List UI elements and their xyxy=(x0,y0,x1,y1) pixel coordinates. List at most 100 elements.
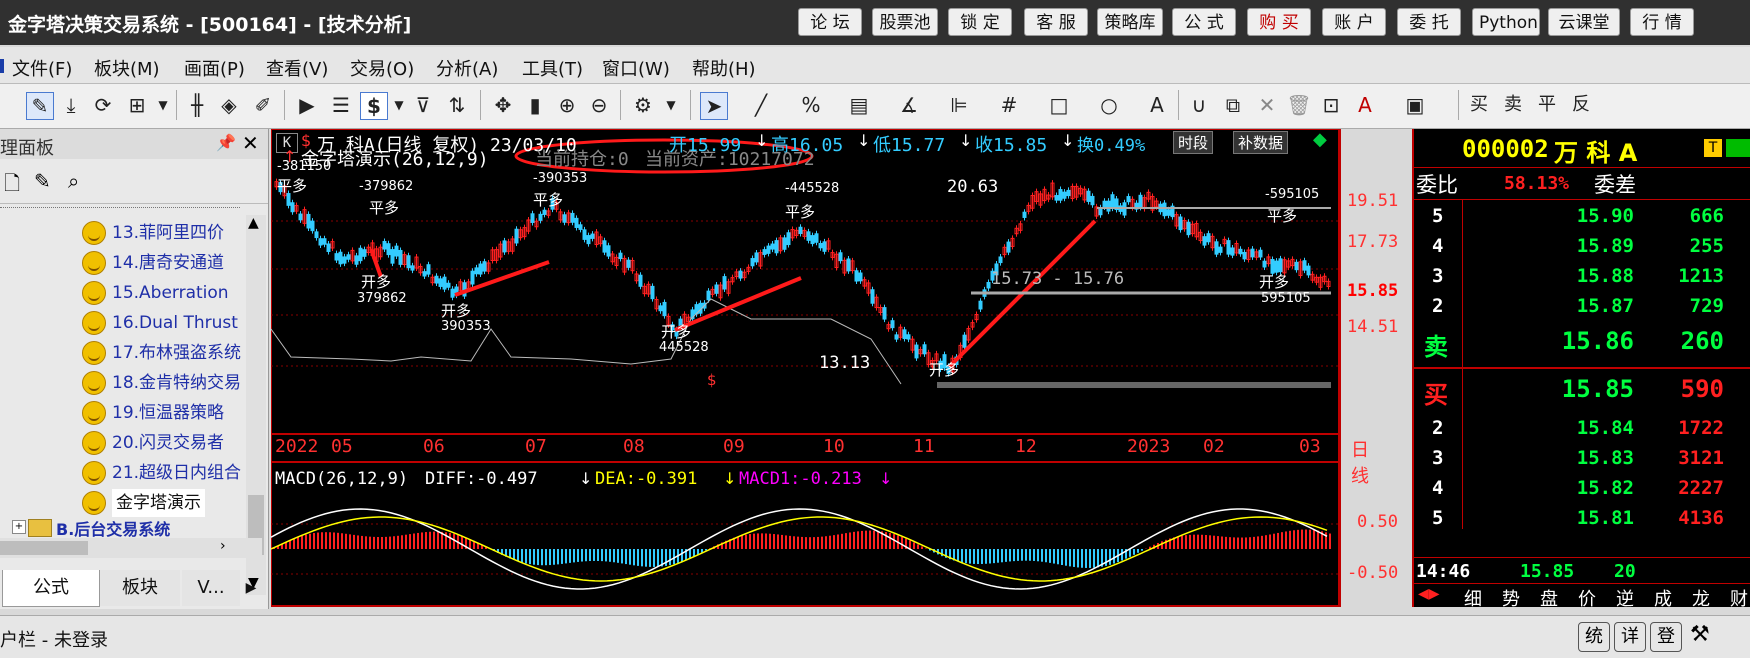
dropdown-arrow-icon[interactable]: ▼ xyxy=(150,92,176,118)
account-button[interactable]: 账 户 xyxy=(1322,8,1386,36)
trade-close-button[interactable]: 平 xyxy=(1534,92,1560,118)
new-file-icon[interactable]: 🗋 xyxy=(4,169,20,203)
buy-button[interactable]: 购 买 xyxy=(1247,8,1311,36)
refresh-icon[interactable]: ⟳ xyxy=(90,92,116,118)
date-mode-label[interactable]: 日线 xyxy=(1351,436,1369,488)
login-button[interactable]: 登 xyxy=(1650,622,1682,652)
edit-icon[interactable]: ✎ xyxy=(34,169,51,193)
tab-dragon[interactable]: 龙 xyxy=(1692,585,1710,611)
settings-gear-icon[interactable]: ⚙ xyxy=(630,92,656,118)
tab-reverse[interactable]: 逆 xyxy=(1616,585,1634,611)
sell-1-row[interactable]: 卖 15.86 260 xyxy=(1414,327,1750,363)
filter-icon[interactable]: ⊽ xyxy=(410,92,436,118)
move-icon[interactable]: ✥ xyxy=(490,92,516,118)
close-icon[interactable]: ✕ xyxy=(242,131,259,155)
ask-row-4[interactable]: 4 15.89 255 xyxy=(1414,235,1750,265)
tab-disk[interactable]: 盘 xyxy=(1540,585,1558,611)
menu-tools[interactable]: 工具(T) xyxy=(522,55,583,81)
detail-button[interactable]: 详 xyxy=(1614,622,1646,652)
save-layout-icon[interactable]: ▣ xyxy=(1402,92,1428,118)
lock-icon[interactable]: ⊡ xyxy=(1318,92,1344,118)
chart-area[interactable]: K $ 万 科A(日线 复权) 23/03/10 开15.99 ↓ 高16.05… xyxy=(271,129,1341,607)
tree-item[interactable]: 18.金肯特纳交易 xyxy=(112,369,242,397)
service-button[interactable]: 客 服 xyxy=(1024,8,1088,36)
statistics-button[interactable]: 统 xyxy=(1578,622,1610,652)
tree-item[interactable]: 15.Aberration xyxy=(112,279,229,307)
tools-icon[interactable]: ⚒ xyxy=(1690,622,1710,647)
horizontal-scrollbar[interactable]: › xyxy=(0,538,262,558)
menu-help[interactable]: 帮助(H) xyxy=(692,55,756,81)
buy-1-row[interactable]: 买 15.85 590 xyxy=(1414,375,1750,411)
ask-row-3[interactable]: 3 15.88 1213 xyxy=(1414,265,1750,295)
cloud-class-button[interactable]: 云课堂 xyxy=(1548,8,1620,36)
forum-button[interactable]: 论 坛 xyxy=(798,8,862,36)
trade-buy-button[interactable]: 买 xyxy=(1466,92,1492,118)
bar-icon[interactable]: ▮ xyxy=(522,92,548,118)
tree-item[interactable]: 13.菲阿里四价 xyxy=(112,219,224,247)
tree-item[interactable]: 16.Dual Thrust xyxy=(112,309,238,337)
ruler-tool-icon[interactable]: ▤ xyxy=(846,92,872,118)
font-color-icon[interactable]: A xyxy=(1352,92,1378,118)
trade-sell-button[interactable]: 卖 xyxy=(1500,92,1526,118)
edit-formula-icon[interactable]: ✐ xyxy=(250,92,276,118)
tab-trend[interactable]: 势 xyxy=(1502,585,1520,611)
copy-icon[interactable]: ⧉ xyxy=(1220,92,1246,118)
tab-price[interactable]: 价 xyxy=(1578,585,1596,611)
zoom-in-icon[interactable]: ⊕ xyxy=(554,92,580,118)
bid-row-4[interactable]: 4 15.82 2227 xyxy=(1414,477,1750,507)
formula-button[interactable]: 公 式 xyxy=(1172,8,1236,36)
angle-tool-icon[interactable]: ∡ xyxy=(896,92,922,118)
pin-icon[interactable]: 📌 xyxy=(216,133,236,152)
tree-item[interactable]: 21.超级日内组合 xyxy=(112,459,242,487)
tab-finance[interactable]: 财 xyxy=(1730,585,1748,611)
draw-pen-icon[interactable]: ✎ xyxy=(26,92,54,120)
search-icon[interactable]: ⌕ xyxy=(68,169,79,193)
grid-layout-icon[interactable]: ⊞ xyxy=(124,92,150,118)
tab-detail[interactable]: 细 xyxy=(1464,585,1482,611)
menu-window[interactable]: 窗口(W) xyxy=(602,55,670,81)
delete-icon[interactable]: 🗑 xyxy=(1286,92,1312,118)
play-icon[interactable]: ▶ xyxy=(294,92,320,118)
indicator-icon[interactable]: ◈ xyxy=(216,92,242,118)
percent-tool-icon[interactable]: % xyxy=(798,92,824,118)
report-icon[interactable]: ☰ xyxy=(328,92,354,118)
time-period-button[interactable]: 时段 xyxy=(1173,131,1213,154)
zoom-out-icon[interactable]: ⊖ xyxy=(586,92,612,118)
tab-deals[interactable]: 成 xyxy=(1654,585,1672,611)
market-button[interactable]: 行 情 xyxy=(1630,8,1694,36)
dollar-icon[interactable]: $ xyxy=(360,92,388,120)
tree-item-selected[interactable]: 金字塔演示 xyxy=(112,489,205,517)
download-icon[interactable]: ⤓ xyxy=(58,92,84,118)
magnet-icon[interactable]: ∪ xyxy=(1186,92,1212,118)
bid-row-2[interactable]: 2 15.84 1722 xyxy=(1414,417,1750,447)
text-tool-icon[interactable]: A xyxy=(1144,92,1170,118)
candlestick-icon[interactable]: ╫ xyxy=(184,92,210,118)
ellipse-tool-icon[interactable]: ○ xyxy=(1096,92,1122,118)
scroll-right-icon[interactable]: › xyxy=(220,538,226,554)
lock-button[interactable]: 锁 定 xyxy=(948,8,1012,36)
stock-pool-button[interactable]: 股票池 xyxy=(872,8,938,36)
expand-icon[interactable]: + xyxy=(12,520,26,534)
menu-analysis[interactable]: 分析(A) xyxy=(436,55,498,81)
menu-file[interactable]: 文件(F) xyxy=(12,55,72,81)
channel-tool-icon[interactable]: ⊫ xyxy=(946,92,972,118)
dropdown-arrow-icon[interactable]: ▼ xyxy=(658,92,684,118)
menu-view-page[interactable]: 画面(P) xyxy=(184,55,245,81)
dropdown-arrow-icon[interactable]: ▼ xyxy=(386,92,412,118)
order-button[interactable]: 委 托 xyxy=(1397,8,1461,36)
pointer-icon[interactable]: ➤ xyxy=(700,92,728,120)
grid-tool-icon[interactable]: # xyxy=(996,92,1022,118)
scroll-up-icon[interactable]: ▲ xyxy=(248,215,259,231)
menu-trade[interactable]: 交易(O) xyxy=(350,55,414,81)
ask-row-5[interactable]: 5 15.90 666 xyxy=(1414,205,1750,235)
close-x-icon[interactable]: ✕ xyxy=(1254,92,1280,118)
menu-sector[interactable]: 板块(M) xyxy=(94,55,160,81)
strategy-library-button[interactable]: 策略库 xyxy=(1097,8,1163,36)
bid-row-5[interactable]: 5 15.81 4136 xyxy=(1414,507,1750,537)
menu-view[interactable]: 查看(V) xyxy=(266,55,328,81)
tab-formula[interactable]: 公式 xyxy=(2,570,100,607)
trade-reverse-button[interactable]: 反 xyxy=(1568,92,1594,118)
tree-item[interactable]: 19.恒温器策略 xyxy=(112,399,224,427)
ask-row-2[interactable]: 2 15.87 729 xyxy=(1414,295,1750,325)
tree-item[interactable]: 17.布林强盗系统 xyxy=(112,339,242,367)
